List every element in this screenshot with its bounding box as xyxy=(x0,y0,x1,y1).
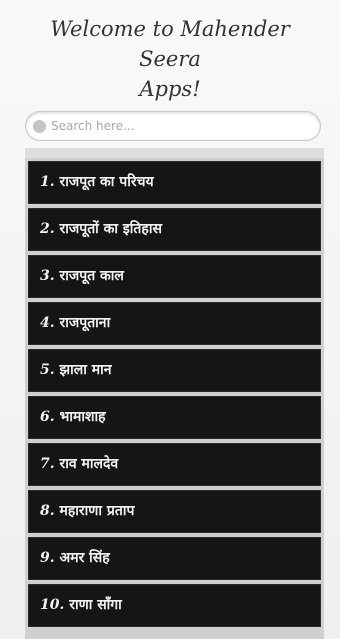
list-item[interactable]: 4. राजपूताना xyxy=(28,302,321,345)
list-item-number: 7. xyxy=(40,456,55,472)
list-item[interactable]: 5. झाला मान xyxy=(28,349,321,392)
list-item-number: 4. xyxy=(40,315,55,331)
search-bar[interactable] xyxy=(25,111,321,141)
list-item-label: राजपूत का परिचय xyxy=(59,174,154,190)
list-item-number: 6. xyxy=(40,409,55,425)
list-item[interactable]: 8. महाराणा प्रताप xyxy=(28,490,321,533)
welcome-title: Welcome to Mahender Seera Apps! xyxy=(30,14,310,104)
list-item-label: राजपूताना xyxy=(59,315,111,331)
welcome-title-line2: Apps! xyxy=(139,77,201,101)
list-item-label: राणा साँगा xyxy=(69,597,122,613)
app-screen: Welcome to Mahender Seera Apps! 1. राजपू… xyxy=(0,0,340,639)
list-item-number: 8. xyxy=(40,503,55,519)
list-item[interactable]: 10. राणा साँगा xyxy=(28,584,321,627)
list-item[interactable]: 1. राजपूत का परिचय xyxy=(28,161,321,204)
search-icon xyxy=(33,120,46,133)
list-item-number: 10. xyxy=(40,597,65,613)
list-item[interactable]: 3. राजपूत काल xyxy=(28,255,321,298)
topic-list: 1. राजपूत का परिचय 2. राजपूतों का इतिहास… xyxy=(25,148,324,639)
list-item-number: 2. xyxy=(40,221,55,237)
list-item-number: 1. xyxy=(40,174,55,190)
list-item[interactable]: 7. राव मालदेव xyxy=(28,443,321,486)
search-input[interactable] xyxy=(51,117,306,135)
list-item[interactable]: 9. अमर सिंह xyxy=(28,537,321,580)
list-item-label: अमर सिंह xyxy=(59,550,110,566)
list-item[interactable]: 2. राजपूतों का इतिहास xyxy=(28,208,321,251)
list-item-label: राजपूत काल xyxy=(59,268,124,284)
list-item-number: 3. xyxy=(40,268,55,284)
list-item-number: 5. xyxy=(40,362,55,378)
welcome-title-line1: Welcome to Mahender Seera xyxy=(50,17,290,71)
list-item-label: राजपूतों का इतिहास xyxy=(59,221,162,237)
list-item-label: भामाशाह xyxy=(59,409,106,425)
list-item[interactable]: 6. भामाशाह xyxy=(28,396,321,439)
list-item-label: राव मालदेव xyxy=(59,456,119,472)
list-item-label: झाला मान xyxy=(59,362,112,378)
list-item-label: महाराणा प्रताप xyxy=(59,503,135,519)
list-item-number: 9. xyxy=(40,550,55,566)
